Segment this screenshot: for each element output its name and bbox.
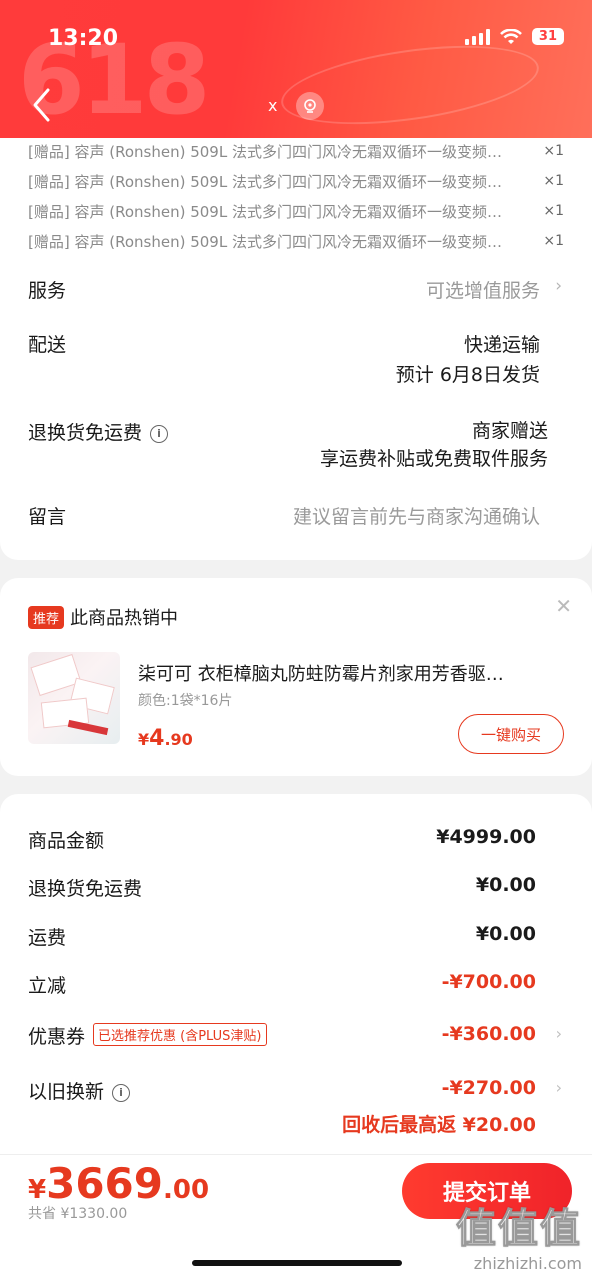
product-thumbnail[interactable] <box>28 652 120 744</box>
return-fee-value: ¥0.00 <box>475 874 536 896</box>
return-shipping-row: 退换货免运费 i <box>28 418 169 445</box>
message-input[interactable]: 建议留言前先与商家沟通确认 <box>293 502 540 529</box>
goods-amount-value: ¥4999.00 <box>436 826 536 848</box>
total-price: ¥3669.00 <box>28 1159 210 1208</box>
chevron-right-icon[interactable]: › <box>556 1024 562 1043</box>
info-icon[interactable]: i <box>150 424 169 443</box>
gift-item: [赠品] 容声 (Ronshen) 509L 法式多门四门风冷无霜双循环一级变频… <box>28 230 564 252</box>
chevron-right-icon[interactable]: › <box>555 276 562 296</box>
gift-name: [赠品] 容声 (Ronshen) 509L 法式多门四门风冷无霜双循环一级变频… <box>28 232 502 251</box>
chevron-right-icon[interactable]: › <box>556 1078 562 1097</box>
return-shipping-label: 退换货免运费 <box>28 422 143 444</box>
signal-icon <box>464 28 490 45</box>
message-label: 留言 <box>28 506 67 528</box>
recommend-badge: 推荐 <box>28 606 65 629</box>
assistant-icon[interactable] <box>296 92 324 120</box>
gift-qty: ×1 <box>543 143 564 159</box>
home-indicator[interactable] <box>192 1260 402 1266</box>
gift-item: [赠品] 容声 (Ronshen) 509L 法式多门四门风冷无霜双循环一级变频… <box>28 200 564 222</box>
battery-icon: 31 <box>531 28 564 45</box>
gift-name: [赠品] 容声 (Ronshen) 509L 法式多门四门风冷无霜双循环一级变频… <box>28 142 502 161</box>
status-time: 13:20 <box>48 26 119 51</box>
gift-qty: ×1 <box>543 203 564 219</box>
gift-item: [赠品] 容声 (Ronshen) 509L 法式多门四门风冷无霜双循环一级变频… <box>28 140 564 162</box>
gift-qty: ×1 <box>543 173 564 189</box>
watermark-logo: 值值值 <box>456 1206 582 1253</box>
delivery-eta: 预计 6月8日发货 <box>395 364 540 386</box>
back-icon[interactable] <box>30 86 52 124</box>
one-click-buy-button[interactable]: 一键购买 <box>458 714 564 754</box>
coupon-value[interactable]: -¥360.00 <box>442 1023 536 1045</box>
saved-amount: 共省 ¥1330.00 <box>28 1206 128 1222</box>
goods-amount-label: 商品金额 <box>28 830 105 852</box>
gift-item: [赠品] 容声 (Ronshen) 509L 法式多门四门风冷无霜双循环一级变频… <box>28 170 564 192</box>
return-fee-label: 退换货免运费 <box>28 878 143 900</box>
recommend-product-name[interactable]: 柒可可 衣柜樟脑丸防蛀防霉片剂家用芳香驱… <box>138 660 558 686</box>
delivery-label: 配送 <box>28 334 67 356</box>
service-value[interactable]: 可选增值服务 <box>426 276 540 303</box>
wifi-icon <box>499 28 522 44</box>
discount-value: -¥700.00 <box>441 971 536 993</box>
gift-name: [赠品] 容声 (Ronshen) 509L 法式多门四门风冷无霜双循环一级变频… <box>28 172 502 191</box>
trade-in-label: 以旧换新 <box>28 1081 105 1103</box>
header-banner: 618 13:20 31 x <box>0 0 592 138</box>
status-icons: 31 <box>464 28 564 45</box>
trade-in-row: 以旧换新 i <box>28 1077 131 1104</box>
delivery-method: 快递运输 <box>463 334 540 356</box>
recommend-price: ¥4.90 <box>138 726 193 751</box>
return-shipping-line1: 商家赠送 <box>471 420 548 442</box>
coupon-tag: 已选推荐优惠 (含PLUS津贴) <box>93 1023 267 1046</box>
watermark: 值值值 zhizhizhi.com <box>456 1196 583 1274</box>
order-details-card: [赠品] 容声 (Ronshen) 509L 法式多门四门风冷无霜双循环一级变频… <box>0 138 592 560</box>
recommend-product-spec: 颜色:1袋*16片 <box>138 693 233 709</box>
shipping-label: 运费 <box>28 927 67 949</box>
gift-name: [赠品] 容声 (Ronshen) 509L 法式多门四门风冷无霜双循环一级变频… <box>28 202 502 221</box>
close-icon[interactable]: ✕ <box>555 594 572 618</box>
recommend-card: 推荐 此商品热销中 ✕ 柒可可 衣柜樟脑丸防蛀防霉片剂家用芳香驱… 颜色:1袋*… <box>0 578 592 776</box>
service-label: 服务 <box>28 280 67 302</box>
return-shipping-line2: 享运费补贴或免费取件服务 <box>319 448 548 470</box>
trade-in-value[interactable]: -¥270.00 <box>442 1077 536 1099</box>
coupon-row[interactable]: 优惠券 已选推荐优惠 (含PLUS津贴) <box>28 1022 267 1049</box>
trade-in-note: 回收后最高返 ¥20.00 <box>342 1114 536 1136</box>
discount-label: 立减 <box>28 975 67 997</box>
banner-decoration <box>276 32 544 138</box>
coupon-label: 优惠券 <box>28 1026 86 1048</box>
shipping-value: ¥0.00 <box>475 923 536 945</box>
gift-qty: ×1 <box>543 233 564 249</box>
recommend-title: 此商品热销中 <box>70 608 178 629</box>
price-summary-card: 商品金额 ¥4999.00 退换货免运费 ¥0.00 运费 ¥0.00 立减 -… <box>0 794 592 1154</box>
watermark-url: zhizhizhi.com <box>473 1254 582 1273</box>
close-icon[interactable]: x <box>268 96 277 115</box>
info-icon[interactable]: i <box>112 1083 131 1102</box>
